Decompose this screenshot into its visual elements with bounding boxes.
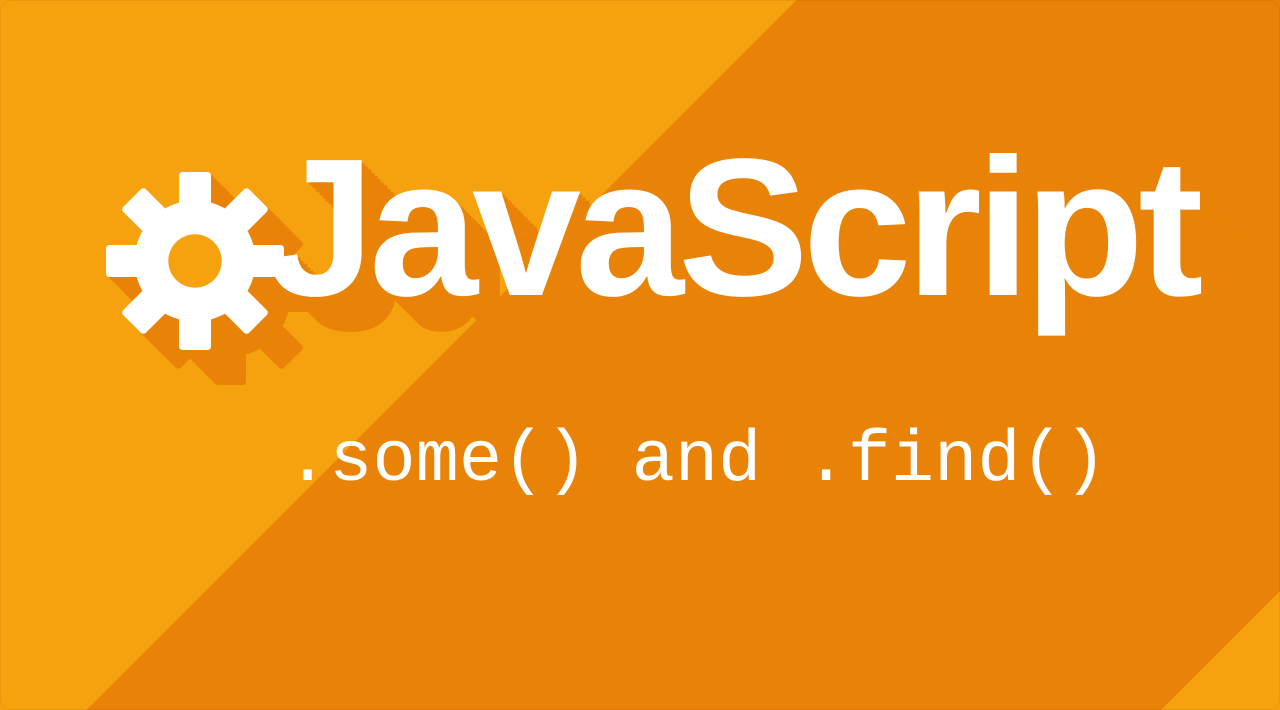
hero-banner: JavaScript .some() and .find() — [0, 0, 1280, 710]
hero-title: JavaScript — [266, 130, 1197, 326]
hero-subtitle: .some() and .find() — [286, 420, 1107, 502]
gear-icon — [106, 172, 284, 350]
long-shadow-backdrop — [0, 0, 1280, 710]
